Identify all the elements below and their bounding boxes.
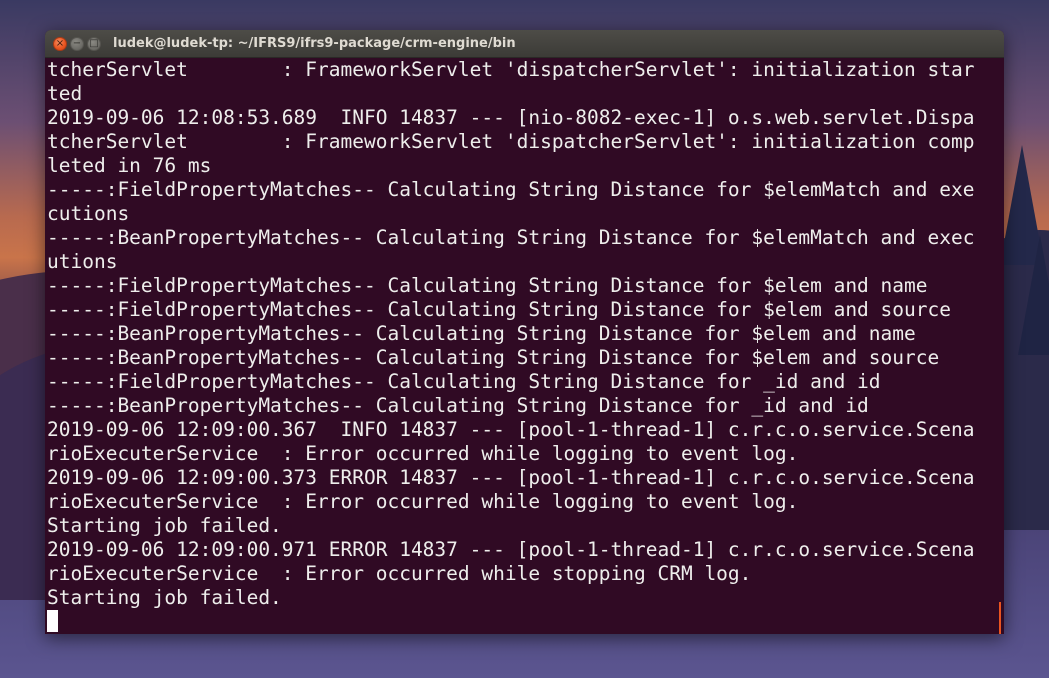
terminal-line: -----:BeanPropertyMatches-- Calculating … (47, 322, 916, 345)
terminal-line: cutions (47, 202, 130, 225)
terminal-line: rioExecuterService : Error occurred whil… (47, 490, 799, 513)
terminal-line: Starting job failed. (47, 586, 282, 609)
terminal-line: rioExecuterService : Error occurred whil… (47, 562, 752, 585)
terminal-line: ted (47, 82, 83, 105)
terminal-line: -----:FieldPropertyMatches-- Calculating… (47, 370, 881, 393)
terminal-line: -----:BeanPropertyMatches-- Calculating … (47, 226, 975, 249)
terminal-line: leted in 76 ms (47, 154, 212, 177)
terminal-window: × − □ ludek@ludek-tp: ~/IFRS9/ifrs9-pack… (45, 30, 1004, 634)
minimize-icon: − (72, 37, 82, 49)
terminal-line: utions (47, 250, 118, 273)
window-controls: × − □ (53, 36, 101, 51)
close-icon: × (55, 37, 65, 49)
terminal-line: 2019-09-06 12:08:53.689 INFO 14837 --- [… (47, 106, 975, 129)
terminal-line: -----:FieldPropertyMatches-- Calculating… (47, 298, 951, 321)
terminal-output-area[interactable]: tcherServlet : FrameworkServlet 'dispatc… (45, 58, 1004, 634)
terminal-line: -----:FieldPropertyMatches-- Calculating… (47, 274, 928, 297)
maximize-button[interactable]: □ (87, 36, 101, 51)
window-title: ludek@ludek-tp: ~/IFRS9/ifrs9-package/cr… (113, 36, 516, 51)
terminal-cursor (47, 610, 58, 632)
terminal-line: Starting job failed. (47, 514, 282, 537)
terminal-line: rioExecuterService : Error occurred whil… (47, 442, 799, 465)
maximize-icon: □ (89, 37, 99, 49)
minimize-button[interactable]: − (70, 36, 84, 51)
terminal-line: tcherServlet : FrameworkServlet 'dispatc… (47, 130, 975, 153)
terminal-line: -----:FieldPropertyMatches-- Calculating… (47, 178, 975, 201)
wallpaper-tree (1018, 235, 1049, 355)
terminal-output: tcherServlet : FrameworkServlet 'dispatc… (47, 58, 1004, 634)
terminal-line: 2019-09-06 12:09:00.367 INFO 14837 --- [… (47, 418, 975, 441)
close-button[interactable]: × (53, 36, 67, 51)
terminal-line: tcherServlet : FrameworkServlet 'dispatc… (47, 58, 975, 81)
terminal-line: 2019-09-06 12:09:00.971 ERROR 14837 --- … (47, 538, 975, 561)
title-bar[interactable]: × − □ ludek@ludek-tp: ~/IFRS9/ifrs9-pack… (45, 30, 1004, 58)
terminal-line: 2019-09-06 12:09:00.373 ERROR 14837 --- … (47, 466, 975, 489)
terminal-line: -----:BeanPropertyMatches-- Calculating … (47, 346, 940, 369)
scrollbar-thumb[interactable] (999, 602, 1001, 634)
terminal-line: -----:BeanPropertyMatches-- Calculating … (47, 394, 869, 417)
